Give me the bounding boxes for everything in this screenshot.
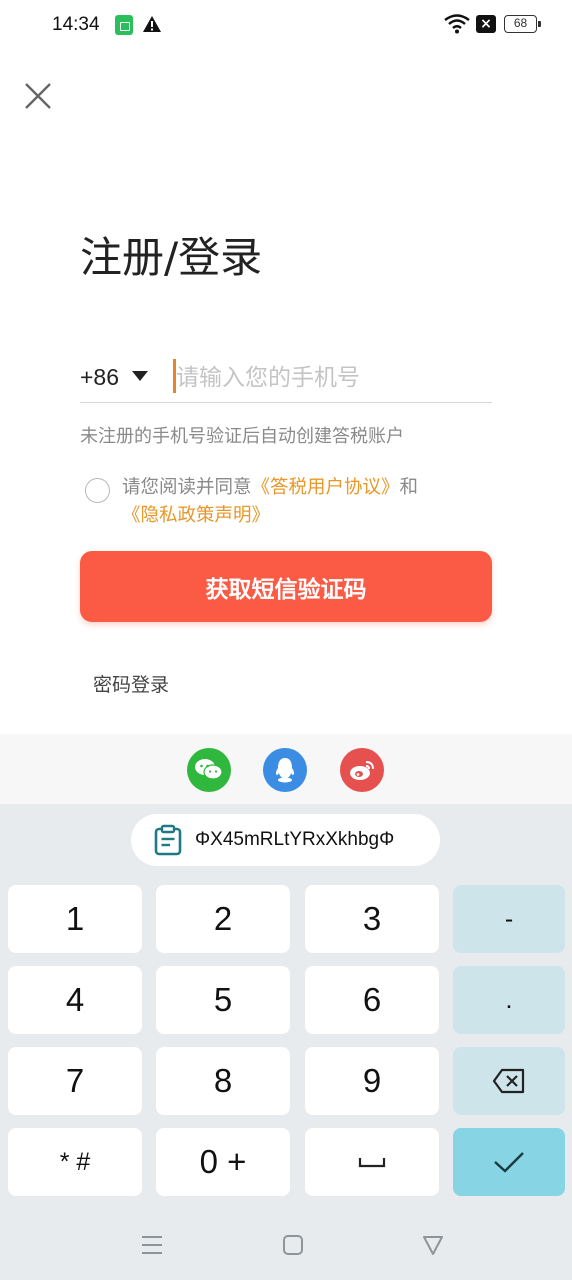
app-icon (115, 15, 133, 35)
key-star-hash[interactable]: * # (8, 1128, 142, 1196)
clipboard-icon (154, 824, 182, 856)
back-icon[interactable] (413, 1228, 453, 1262)
qq-icon[interactable] (263, 748, 307, 792)
confirm-key[interactable] (453, 1128, 565, 1196)
key-dash[interactable]: - (453, 885, 565, 953)
status-time: 14:34 (52, 14, 100, 35)
get-sms-code-button[interactable]: 获取短信验证码 (80, 551, 492, 622)
agreement-checkbox[interactable] (85, 478, 110, 503)
backspace-icon (492, 1068, 525, 1094)
close-button[interactable] (20, 78, 56, 114)
key-6[interactable]: 6 (305, 966, 439, 1034)
key-3[interactable]: 3 (305, 885, 439, 953)
key-7[interactable]: 7 (8, 1047, 142, 1115)
page-title: 注册/登录 (80, 233, 263, 282)
agreement-line-2: 《隐私政策声明》 (122, 502, 270, 530)
space-key[interactable] (305, 1128, 439, 1196)
numeric-keyboard: ΦX45mRLtYRxXkhbgΦ 1 2 3 - 4 5 6 . 7 8 9 … (0, 804, 572, 1280)
agreement-prefix: 请您阅读并同意 (122, 477, 252, 498)
agreement-conjunction: 和 (399, 477, 419, 498)
agreement-text: 请您阅读并同意《答税用户协议》和 (122, 474, 472, 502)
key-2[interactable]: 2 (156, 885, 290, 953)
user-agreement-link[interactable]: 《答税用户协议》 (252, 477, 400, 498)
backspace-key[interactable] (453, 1047, 565, 1115)
home-icon[interactable] (273, 1228, 313, 1262)
key-4[interactable]: 4 (8, 966, 142, 1034)
social-login-bar (0, 734, 572, 804)
space-icon (358, 1158, 386, 1168)
weibo-icon[interactable] (340, 748, 384, 792)
hint-text: 未注册的手机号验证后自动创建答税账户 (80, 426, 404, 447)
clipboard-suggestion[interactable]: ΦX45mRLtYRxXkhbgΦ (131, 814, 440, 866)
password-login-link[interactable]: 密码登录 (93, 670, 169, 697)
key-1[interactable]: 1 (8, 885, 142, 953)
key-0-plus[interactable]: 0 + (156, 1128, 290, 1196)
key-8[interactable]: 8 (156, 1047, 290, 1115)
close-icon: × (476, 15, 496, 33)
clipboard-text: ΦX45mRLtYRxXkhbgΦ (195, 829, 395, 850)
wifi-icon (444, 14, 470, 34)
check-icon (494, 1152, 524, 1173)
privacy-policy-link[interactable]: 《隐私政策声明》 (122, 505, 270, 526)
country-code-selector[interactable]: +86 (80, 364, 119, 391)
system-nav-bar (0, 1210, 572, 1280)
status-bar: 14:34 × 68 (0, 0, 572, 52)
wechat-icon[interactable] (187, 748, 231, 792)
key-9[interactable]: 9 (305, 1047, 439, 1115)
menu-icon[interactable] (132, 1228, 172, 1262)
caret-down-icon[interactable] (132, 371, 148, 381)
warning-icon (143, 16, 161, 32)
phone-input[interactable] (174, 358, 492, 398)
key-5[interactable]: 5 (156, 966, 290, 1034)
phone-row: +86 (80, 352, 492, 403)
battery-icon: 68 (504, 15, 541, 33)
key-dot[interactable]: . (453, 966, 565, 1034)
